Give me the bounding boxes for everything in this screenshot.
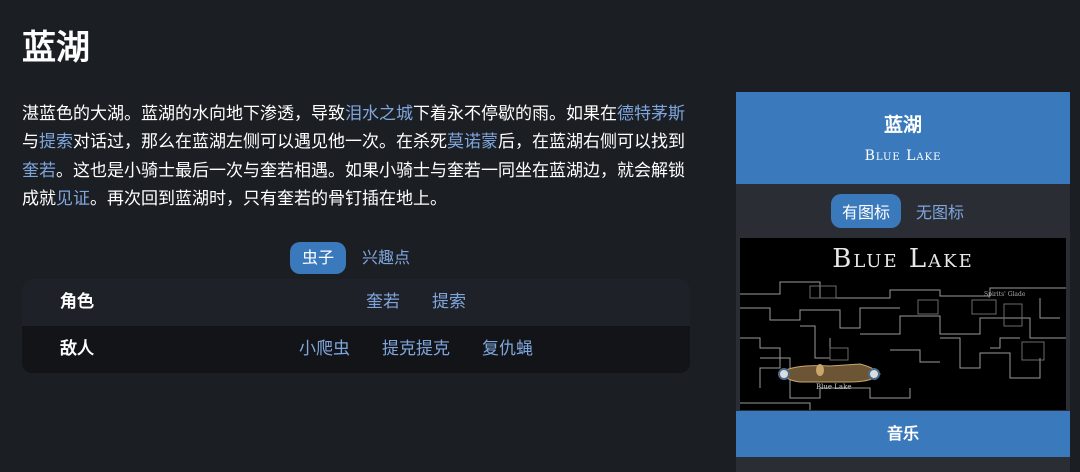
link-city-of-tears[interactable]: 泪水之城 [345, 104, 413, 124]
link-quirrel[interactable]: 奎若 [366, 279, 400, 326]
link-crawlid[interactable]: 小爬虫 [299, 326, 350, 373]
link-quirrel[interactable]: 奎若 [22, 161, 56, 181]
link-tiktik[interactable]: 提克提克 [382, 326, 450, 373]
link-witness-achievement[interactable]: 见证 [56, 189, 90, 209]
link-monomon[interactable]: 莫诺蒙 [447, 132, 498, 152]
tab-points-of-interest[interactable]: 兴趣点 [350, 242, 422, 274]
area-map-image[interactable]: Blue Lake Blue Lake Spirits' Glade [740, 238, 1066, 410]
map-label-blue-lake: Blue Lake [816, 383, 851, 391]
row-links: 奎若 提索 [142, 279, 690, 326]
quirrel-marker-icon [816, 364, 824, 376]
intro-text: 下着永不停歇的雨。如果在 [413, 104, 617, 124]
intro-text: 湛蓝色的大湖。蓝湖的水向地下渗透，导致 [22, 104, 345, 124]
page-title: 蓝湖 [22, 28, 90, 68]
tab-with-icons[interactable]: 有图标 [830, 194, 901, 228]
infobox-title: 蓝湖 [883, 114, 922, 136]
row-links: 小爬虫 提克提克 复仇蝇 [142, 326, 690, 373]
infobox-subtitle: Blue Lake [864, 148, 942, 164]
content-tabs: 虫子 兴趣点 [0, 242, 712, 274]
row-label-enemies: 敌人 [60, 339, 94, 359]
intro-text: 对话过，那么在蓝湖左侧可以遇见他一次。在杀死 [73, 132, 447, 153]
tab-without-icons[interactable]: 无图标 [905, 194, 975, 228]
link-dirtmouth[interactable]: 德特茅斯 [617, 104, 685, 124]
map-drawing: Blue Lake Spirits' Glade [740, 281, 1066, 410]
table-row: 敌人 小爬虫 提克提克 复仇蝇 [22, 326, 690, 373]
infobox: 蓝湖 Blue Lake 有图标 无图标 Blue Lake Blue Lake… [736, 92, 1070, 472]
music-section-header[interactable]: 音乐 [736, 411, 1070, 457]
map-label-spirits-glade: Spirits' Glade [984, 291, 1026, 298]
link-tiso[interactable]: 提索 [39, 132, 73, 152]
intro-paragraph: 湛蓝色的大湖。蓝湖的水向地下渗透，导致泪水之城下着永不停歇的雨。如果在德特茅斯与… [22, 100, 690, 214]
relations-table: 角色 奎若 提索 敌人 小爬虫 提克提克 复仇蝇 [22, 279, 690, 373]
intro-text: 。再次回到蓝湖时，只有奎若的骨钉插在地上。 [90, 189, 447, 210]
intro-text: 与 [22, 132, 39, 153]
map-walls [740, 281, 1066, 410]
lake-shape [781, 363, 881, 383]
bench-marker-icon [778, 368, 790, 380]
link-vengefly[interactable]: 复仇蝇 [482, 326, 533, 373]
intro-text: 后，在蓝湖右侧可以找到 [498, 132, 685, 153]
link-tiso[interactable]: 提索 [432, 279, 466, 326]
image-tabs: 有图标 无图标 [736, 184, 1070, 238]
infobox-header: 蓝湖 Blue Lake [736, 92, 1070, 184]
tab-bugs[interactable]: 虫子 [289, 242, 346, 274]
table-row: 角色 奎若 提索 [22, 279, 690, 326]
bench-marker-icon [868, 368, 880, 380]
row-label-characters: 角色 [60, 292, 94, 312]
